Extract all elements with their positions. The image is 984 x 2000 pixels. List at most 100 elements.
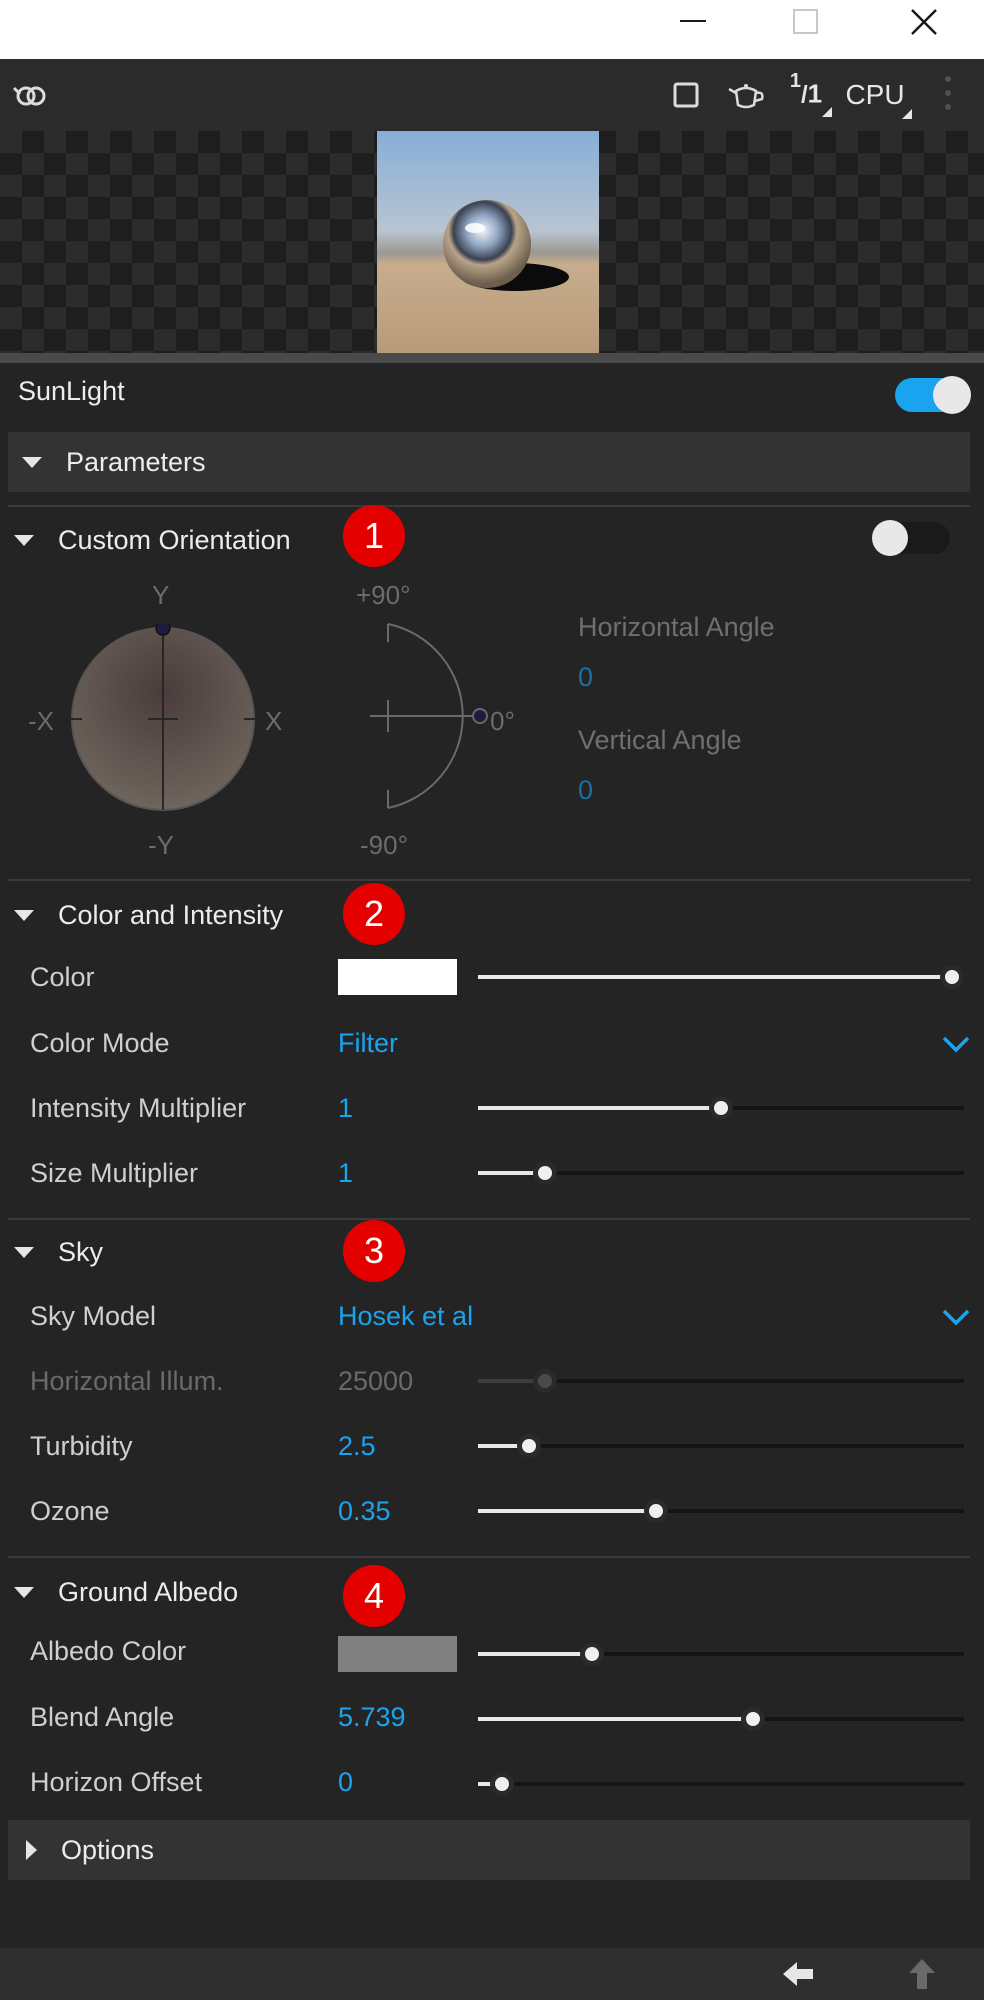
link-icon (12, 86, 46, 106)
close-button[interactable] (894, 0, 954, 44)
slider-thumb[interactable] (490, 1772, 514, 1796)
maximize-icon (793, 9, 818, 34)
preview-divider (0, 353, 984, 363)
color-mode-dropdown[interactable]: Filter (338, 1028, 398, 1059)
sky-model-label: Sky Model (30, 1301, 157, 1331)
blend-angle-value[interactable]: 5.739 (338, 1702, 406, 1733)
intensity-multiplier-value[interactable]: 1 (338, 1093, 353, 1124)
minimize-button[interactable] (663, 0, 723, 44)
back-button[interactable] (776, 1956, 820, 1992)
ground-albedo-header[interactable]: Ground Albedo (0, 1572, 238, 1612)
sphere-label-neg-y: -Y (148, 830, 174, 860)
sphere-label-x: X (265, 706, 283, 736)
slider-thumb[interactable] (940, 965, 964, 989)
horizontal-angle-label: Horizontal Angle (578, 612, 775, 642)
chevron-down-icon[interactable] (942, 1030, 970, 1058)
albedo-color-slider[interactable] (478, 1642, 964, 1666)
preview-toolbar: 1/1 CPU (0, 59, 984, 131)
albedo-color-label: Albedo Color (30, 1636, 187, 1666)
annotation-badge-1: 1 (343, 505, 405, 567)
color-mode-label: Color Mode (30, 1028, 170, 1058)
arc-label-zero: 0° (490, 706, 515, 736)
annotation-badge-3: 3 (343, 1220, 405, 1282)
turbidity-slider[interactable] (478, 1434, 964, 1458)
orientation-sphere[interactable] (68, 620, 258, 814)
teapot-preview-button[interactable] (724, 75, 768, 115)
annotation-badge-2: 2 (343, 883, 405, 945)
ground-albedo-label: Ground Albedo (58, 1576, 239, 1607)
device-label: CPU (845, 79, 905, 110)
ozone-slider[interactable] (478, 1499, 964, 1523)
link-node-button[interactable] (10, 75, 50, 115)
sphere-label-y: Y (152, 580, 170, 610)
vertical-angle-arc[interactable] (370, 618, 490, 818)
color-intensity-label: Color and Intensity (58, 899, 284, 930)
material-preview[interactable] (0, 131, 984, 353)
turbidity-label: Turbidity (30, 1431, 133, 1461)
divider (8, 1556, 970, 1558)
size-multiplier-value[interactable]: 1 (338, 1158, 353, 1189)
sunlight-preview-render (377, 131, 599, 353)
size-multiplier-slider[interactable] (478, 1161, 964, 1185)
slider-thumb[interactable] (709, 1096, 733, 1120)
divider (8, 879, 970, 881)
color-swatch[interactable] (338, 959, 457, 995)
horizon-offset-value[interactable]: 0 (338, 1767, 353, 1798)
slider-thumb[interactable] (741, 1707, 765, 1731)
divider (8, 1218, 970, 1220)
window-title-bar (0, 0, 984, 59)
turbidity-value[interactable]: 2.5 (338, 1431, 376, 1462)
options-label: Options (61, 1834, 155, 1865)
arc-label-plus-90: +90° (356, 580, 411, 610)
albedo-color-swatch[interactable] (338, 1636, 457, 1672)
arrow-up-icon (909, 1959, 935, 1989)
teapot-icon (728, 84, 764, 109)
node-enable-toggle[interactable] (895, 376, 971, 414)
options-section[interactable]: Options (8, 1820, 970, 1880)
parameters-section[interactable]: Parameters (8, 432, 970, 492)
slider-thumb (533, 1369, 557, 1393)
slider-thumb[interactable] (533, 1161, 557, 1185)
intensity-multiplier-slider[interactable] (478, 1096, 964, 1120)
horizon-offset-slider[interactable] (478, 1772, 964, 1796)
toggle-knob (933, 376, 971, 414)
ozone-value[interactable]: 0.35 (338, 1496, 391, 1527)
horizontal-angle-value[interactable]: 0 (578, 662, 593, 693)
expand-arrow-icon (26, 1840, 37, 1860)
blend-angle-slider[interactable] (478, 1707, 964, 1731)
more-options-button[interactable] (936, 71, 960, 115)
collapse-arrow-icon (14, 1246, 34, 1258)
color-slider[interactable] (478, 965, 964, 989)
intensity-multiplier-label: Intensity Multiplier (30, 1093, 247, 1123)
sky-model-dropdown[interactable]: Hosek et al (338, 1301, 473, 1332)
custom-orientation-toggle[interactable] (872, 520, 950, 556)
parameters-label: Parameters (66, 446, 206, 477)
divider (8, 505, 970, 507)
horizontal-illum-value: 25000 (338, 1366, 414, 1396)
sky-header[interactable]: Sky (0, 1232, 103, 1272)
custom-orientation-label: Custom Orientation (58, 524, 291, 555)
color-intensity-header[interactable]: Color and Intensity (0, 895, 283, 935)
footer-bar (0, 1948, 984, 2000)
slider-thumb[interactable] (580, 1642, 604, 1666)
chevron-down-icon[interactable] (942, 1303, 970, 1331)
collapse-arrow-icon (14, 1586, 34, 1598)
minimize-icon (680, 20, 706, 22)
vertical-dots-icon (945, 76, 951, 110)
collapse-arrow-icon (22, 456, 42, 468)
node-title: SunLight (18, 376, 125, 406)
vertical-angle-value[interactable]: 0 (578, 775, 593, 806)
preview-shape-button[interactable] (668, 77, 704, 113)
device-selector-button[interactable]: CPU (842, 73, 912, 119)
annotation-badge-4: 4 (343, 1565, 405, 1627)
slider-thumb[interactable] (517, 1434, 541, 1458)
collapse-arrow-icon (14, 909, 34, 921)
custom-orientation-header[interactable]: Custom Orientation (0, 520, 291, 560)
arc-label-minus-90: -90° (360, 830, 408, 860)
ozone-label: Ozone (30, 1496, 110, 1526)
toggle-knob (872, 520, 908, 556)
slider-thumb[interactable] (644, 1499, 668, 1523)
resolution-ratio-button[interactable]: 1/1 (784, 70, 832, 117)
up-button[interactable] (900, 1954, 944, 1994)
maximize-button[interactable] (776, 0, 836, 44)
